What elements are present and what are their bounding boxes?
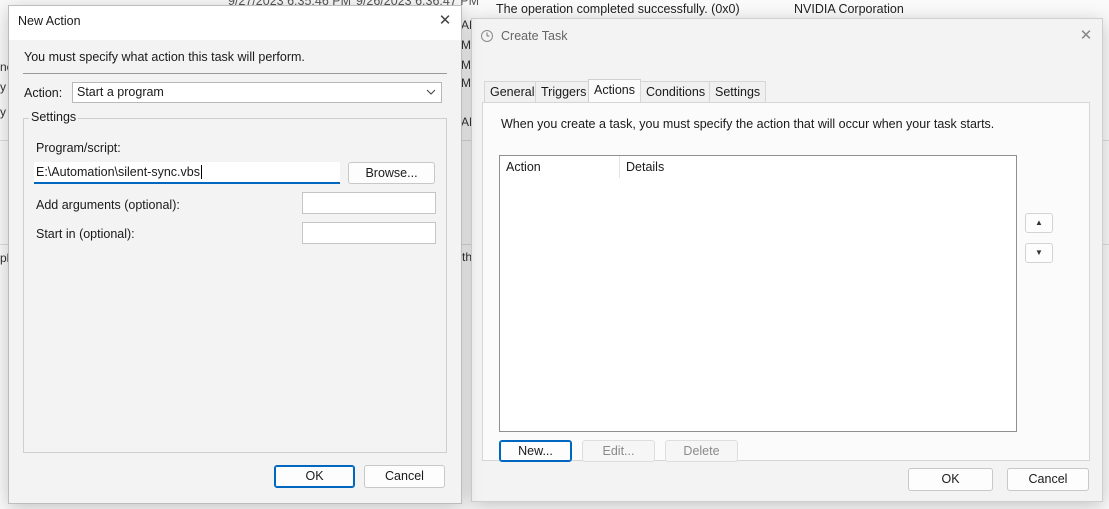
browse-label: Browse...: [365, 166, 418, 180]
start-in-input[interactable]: [302, 222, 436, 244]
create-task-titlebar[interactable]: Create Task ✕: [472, 19, 1102, 53]
tab-general[interactable]: General: [484, 81, 541, 102]
cancel-button[interactable]: Cancel: [1007, 468, 1089, 491]
move-down-button[interactable]: ▼: [1025, 243, 1053, 263]
actions-list[interactable]: Action Details: [499, 155, 1017, 432]
column-header-details[interactable]: Details: [620, 156, 820, 178]
instruction-text: You must specify what action this task w…: [24, 50, 305, 64]
ok-button[interactable]: OK: [908, 468, 993, 491]
tab-settings[interactable]: Settings: [709, 81, 767, 102]
program-script-input[interactable]: E:\Automation\silent-sync.vbs: [34, 162, 340, 184]
background-fragment: M: [461, 76, 471, 90]
background-fragment: y: [0, 105, 6, 119]
action-select[interactable]: Start a program: [72, 82, 442, 103]
add-arguments-label: Add arguments (optional):: [36, 198, 180, 212]
new-action-button[interactable]: New...: [499, 440, 572, 462]
tab-conditions[interactable]: Conditions: [640, 81, 712, 102]
start-in-label: Start in (optional):: [36, 227, 135, 241]
text-cursor: [200, 165, 202, 179]
actions-tab-panel: When you create a task, you must specify…: [482, 102, 1090, 462]
create-task-window: Create Task ✕ General Triggers Actions C…: [471, 18, 1103, 502]
column-header-action[interactable]: Action: [500, 156, 620, 178]
cancel-label: Cancel: [385, 469, 424, 483]
background-fragment: y: [0, 80, 6, 94]
arrow-up-icon: ▲: [1035, 218, 1043, 227]
move-up-button[interactable]: ▲: [1025, 213, 1053, 233]
ok-label: OK: [305, 469, 324, 483]
background-fragment: M: [461, 58, 471, 72]
create-task-title: Create Task: [501, 29, 568, 43]
tab-actions[interactable]: Actions: [588, 79, 641, 103]
new-action-label: New...: [518, 444, 553, 458]
actions-description: When you create a task, you must specify…: [501, 117, 995, 131]
program-script-label: Program/script:: [36, 141, 121, 155]
new-action-titlebar[interactable]: New Action ✕: [9, 6, 461, 40]
background-fragment: M: [461, 38, 471, 52]
separator: [23, 73, 447, 74]
settings-group-label: Settings: [29, 110, 79, 124]
delete-action-button[interactable]: Delete: [665, 440, 738, 462]
close-icon[interactable]: ✕: [1074, 24, 1098, 48]
add-arguments-input[interactable]: [302, 192, 436, 214]
browse-button[interactable]: Browse...: [348, 162, 435, 184]
tab-triggers[interactable]: Triggers: [535, 81, 593, 102]
edit-action-button[interactable]: Edit...: [582, 440, 655, 462]
edit-action-label: Edit...: [602, 444, 635, 458]
new-action-title: New Action: [18, 14, 81, 28]
close-icon[interactable]: ✕: [433, 9, 457, 33]
program-script-value: E:\Automation\silent-sync.vbs: [36, 165, 200, 179]
delete-action-label: Delete: [683, 444, 720, 458]
background-author-text: NVIDIA Corporation: [794, 2, 904, 16]
arrow-down-icon: ▼: [1035, 248, 1043, 257]
chevron-down-icon: [426, 83, 436, 108]
cancel-button[interactable]: Cancel: [364, 465, 445, 488]
action-label: Action:: [24, 86, 63, 100]
action-select-value: Start a program: [77, 85, 164, 99]
cancel-label: Cancel: [1028, 472, 1068, 486]
background-status-text: The operation completed successfully. (0…: [496, 2, 740, 16]
ok-button[interactable]: OK: [274, 465, 355, 488]
ok-label: OK: [941, 472, 960, 486]
new-action-dialog: New Action ✕ You must specify what actio…: [8, 5, 462, 504]
clock-icon: [481, 30, 493, 42]
